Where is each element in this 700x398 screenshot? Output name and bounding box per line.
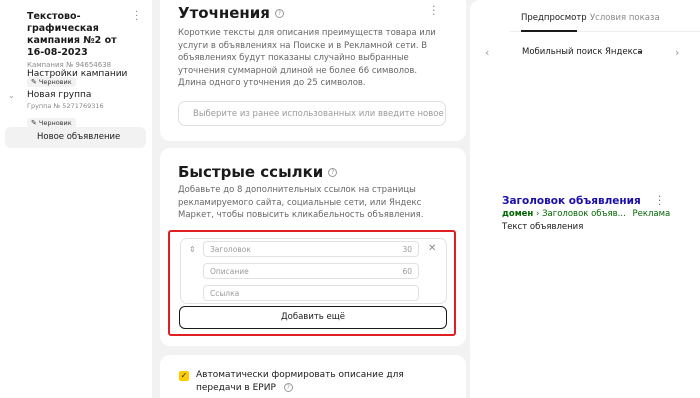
preview-panel: Предпросмотр Условия показа ‹ Мобильный …	[470, 0, 700, 398]
refinements-heading: Уточнения?	[178, 4, 284, 22]
sitelink-title-field[interactable]: Заголовок 30	[203, 241, 419, 257]
group-status-label: Черновик	[38, 119, 72, 127]
sitelink-title-counter: 30	[402, 245, 412, 254]
refinements-more-icon[interactable]: · · ·	[432, 1, 436, 20]
group-title[interactable]: Новая группа	[27, 90, 104, 100]
sitelink-description-placeholder: Описание	[210, 267, 249, 276]
sitelink-description-field[interactable]: Описание 60	[203, 263, 419, 279]
sidebar-item-new-ad[interactable]: Новое объявление	[5, 127, 146, 148]
drag-handle-icon[interactable]: ⇕	[189, 245, 196, 254]
sitelink-url-field[interactable]: Ссылка	[203, 285, 419, 301]
sitelinks-description: Добавьте до 8 дополнительных ссылок на с…	[178, 185, 424, 220]
chevron-down-icon[interactable]: ⌄	[636, 45, 644, 56]
help-icon[interactable]: ?	[283, 383, 293, 392]
refinements-input[interactable]: Выберите из ранее использованных или вве…	[178, 101, 446, 126]
sitelink-item: ⇕ Заголовок 30 Описание 60 Ссылка ✕	[180, 238, 447, 304]
pencil-icon: ✎	[31, 119, 37, 127]
campaign-status-label: Черновик	[38, 78, 72, 86]
help-icon[interactable]: ?	[274, 9, 284, 18]
tab-preview[interactable]: Предпросмотр	[521, 13, 587, 23]
refinements-title: Уточнения	[178, 4, 270, 22]
help-icon[interactable]: ?	[328, 168, 338, 177]
group-block[interactable]: Новая группа Группа № 5271769316 ✎ Черно…	[27, 90, 104, 129]
tab-display-conditions[interactable]: Условия показа	[590, 13, 660, 23]
sitelink-title-placeholder: Заголовок	[210, 245, 251, 254]
refinements-card: Уточнения? · · · Короткие тексты для описа…	[160, 0, 466, 141]
ad-preview-path: › Заголовок объяв...	[536, 209, 626, 219]
ad-preview-text: Текст объявления	[502, 222, 584, 232]
sitelink-description-counter: 60	[402, 267, 412, 276]
ad-preview-title: Заголовок объявления	[502, 195, 641, 207]
erir-label: Автоматически формировать описание для п…	[196, 369, 436, 395]
ad-preview-label: Реклама	[632, 209, 671, 219]
ad-preview-domain: домен	[502, 209, 534, 219]
erir-label-text: Автоматически формировать описание для п…	[196, 370, 404, 393]
sitelink-url-placeholder: Ссылка	[210, 289, 240, 298]
device-select[interactable]: Мобильный поиск Яндекса	[522, 47, 643, 57]
campaign-more-icon[interactable]: · · ·	[135, 8, 138, 26]
close-icon[interactable]: ✕	[428, 243, 436, 254]
chevron-down-icon[interactable]: ⌄	[8, 91, 15, 100]
prev-arrow-icon[interactable]: ‹	[485, 46, 489, 59]
refinements-description: Короткие тексты для описания преимуществ…	[178, 28, 436, 88]
campaign-title[interactable]: Текстово-графическая кампания №2 от 16-0…	[27, 11, 135, 59]
ad-preview-url: домен › Заголовок объяв... Реклама	[502, 209, 670, 219]
campaign-settings-link[interactable]: Настройки кампании	[27, 69, 127, 79]
pencil-icon: ✎	[31, 78, 37, 86]
erir-checkbox[interactable]: ✓	[179, 371, 189, 381]
campaign-id: Кампания № 94654638	[27, 61, 112, 69]
sitelinks-heading: Быстрые ссылки?	[178, 163, 338, 181]
sitelinks-title: Быстрые ссылки	[178, 163, 324, 181]
sidebar: Текстово-графическая кампания №2 от 16-0…	[0, 0, 152, 398]
ad-more-icon[interactable]: · · ·	[658, 193, 661, 211]
group-id: Группа № 5271769316	[27, 102, 104, 110]
next-arrow-icon[interactable]: ›	[675, 46, 679, 59]
active-tab-indicator	[521, 30, 577, 32]
check-icon: ✓	[180, 371, 188, 380]
add-sitelink-button[interactable]: Добавить ещё	[179, 306, 447, 329]
